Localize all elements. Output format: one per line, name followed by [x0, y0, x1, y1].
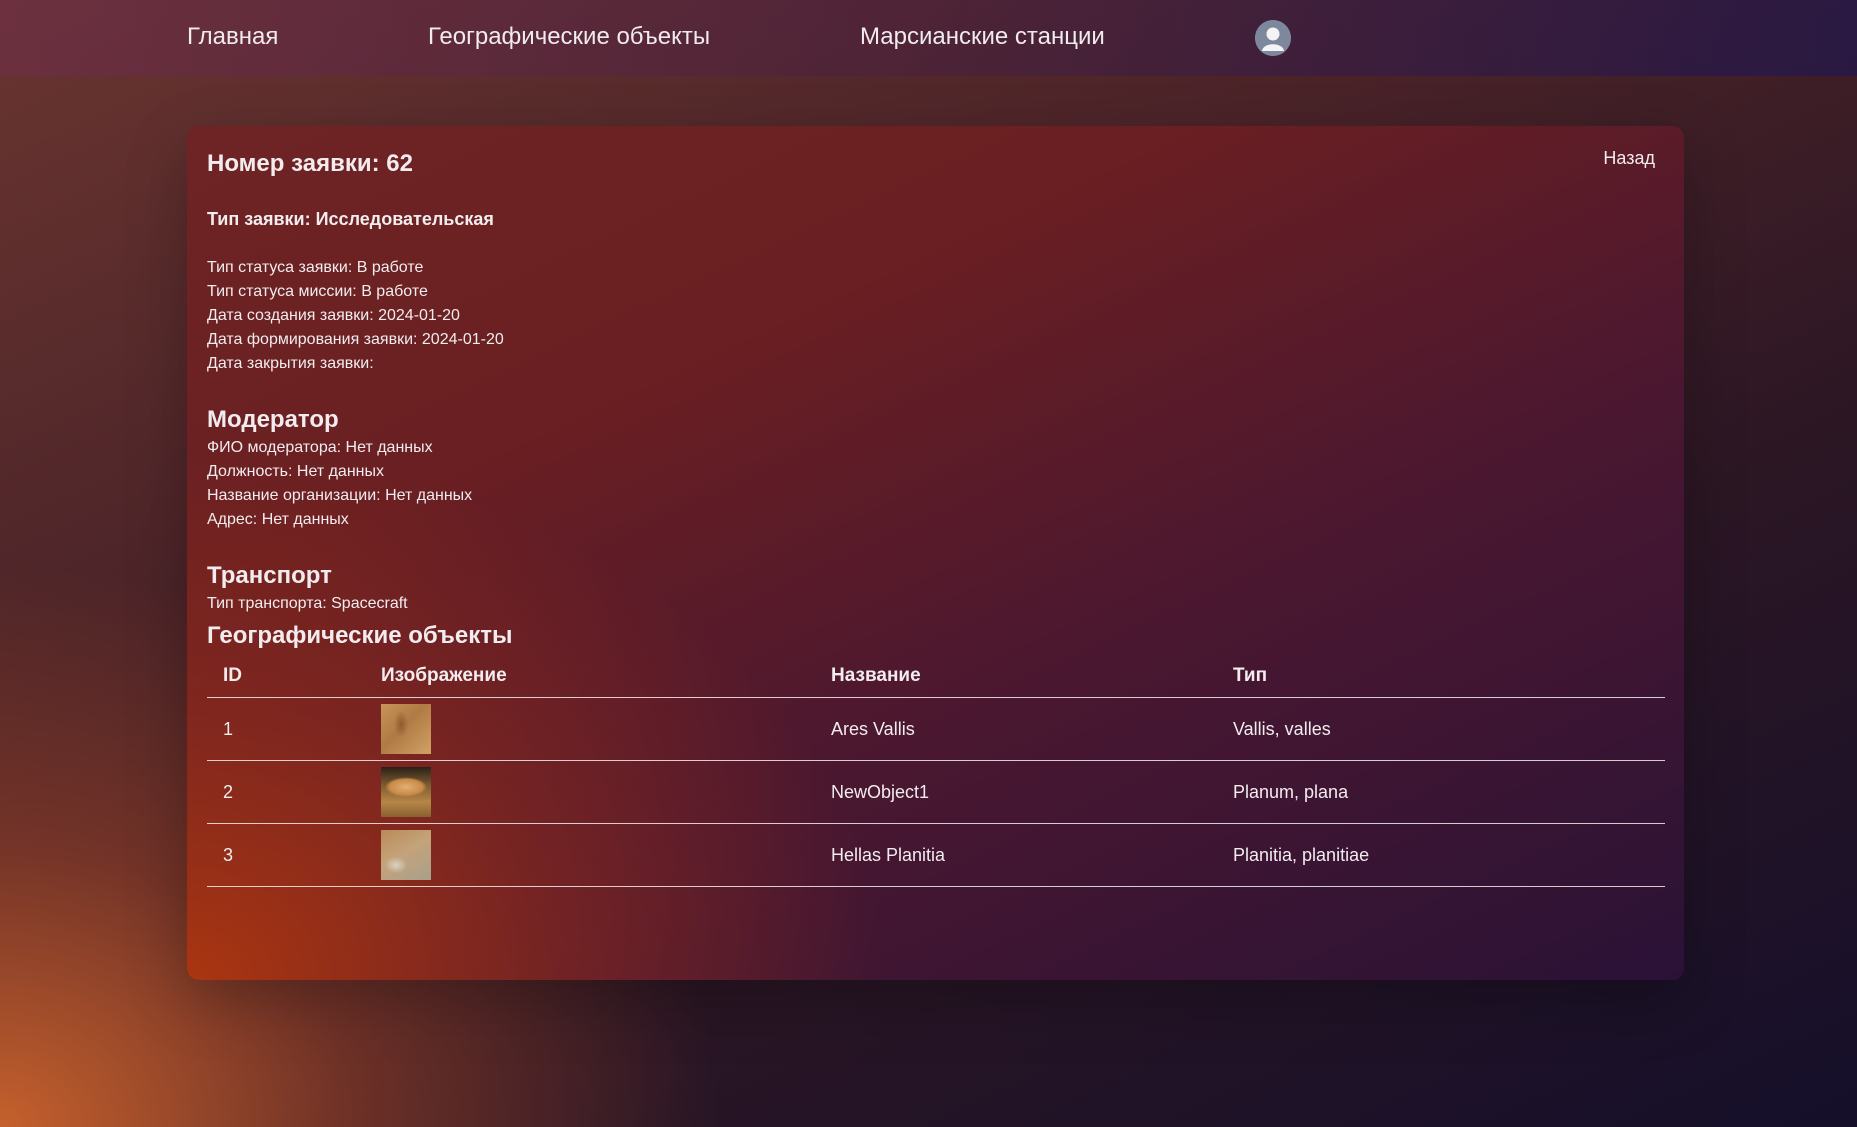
row-name: Hellas Planitia: [815, 823, 1217, 887]
row-name: Ares Vallis: [815, 697, 1217, 761]
transport-title: Транспорт: [207, 562, 332, 589]
moderator-title: Модератор: [207, 406, 339, 433]
nav-home-link[interactable]: Главная: [187, 23, 278, 51]
table-row[interactable]: 2 NewObject1 Planum, plana: [207, 760, 1665, 824]
order-type: Тип заявки: Исследовательская: [207, 209, 494, 229]
order-title: Номер заявки: 62: [207, 150, 413, 177]
column-header-id: ID: [207, 655, 365, 698]
row-type: Planum, plana: [1217, 760, 1665, 824]
moderator-name: ФИО модератора: Нет данных: [207, 439, 433, 456]
column-header-image: Изображение: [365, 655, 815, 698]
created-date: Дата создания заявки: 2024-01-20: [207, 307, 460, 324]
table-header-row: ID Изображение Название Тип: [207, 655, 1665, 698]
column-header-type: Тип: [1217, 655, 1665, 698]
mission-status: Тип статуса миссии: В работе: [207, 283, 428, 300]
formed-date: Дата формирования заявки: 2024-01-20: [207, 331, 504, 348]
table-row[interactable]: 1 Ares Vallis Vallis, valles: [207, 697, 1665, 761]
row-type: Vallis, valles: [1217, 697, 1665, 761]
geo-objects-title: Географические объекты: [207, 622, 513, 649]
row-type: Planitia, planitiae: [1217, 823, 1665, 887]
newobject1-image: [381, 767, 431, 817]
moderator-organization: Название организации: Нет данных: [207, 487, 473, 504]
row-id: 3: [207, 823, 365, 887]
table-row[interactable]: 3 Hellas Planitia Planitia, planitiae: [207, 823, 1665, 887]
geo-objects-table: ID Изображение Название Тип 1 Ares Valli…: [207, 655, 1665, 887]
back-button[interactable]: Назад: [1603, 148, 1655, 169]
row-image: [365, 697, 815, 761]
user-avatar-icon[interactable]: [1255, 20, 1291, 56]
row-image: [365, 823, 815, 887]
top-navbar: Главная Географические объекты Марсианск…: [0, 0, 1857, 76]
ares-vallis-image: [381, 704, 431, 754]
closed-date: Дата закрытия заявки:: [207, 355, 374, 372]
moderator-position: Должность: Нет данных: [207, 463, 384, 480]
transport-type: Тип транспорта: Spacecraft: [207, 595, 408, 612]
order-card: Номер заявки: 62 Тип заявки: Исследовате…: [187, 126, 1684, 980]
hellas-planitia-image: [381, 830, 431, 880]
row-id: 2: [207, 760, 365, 824]
row-name: NewObject1: [815, 760, 1217, 824]
order-status: Тип статуса заявки: В работе: [207, 259, 424, 276]
nav-geo-objects-link[interactable]: Географические объекты: [428, 23, 710, 51]
moderator-address: Адрес: Нет данных: [207, 511, 349, 528]
user-silhouette-icon: [1255, 20, 1291, 56]
row-id: 1: [207, 697, 365, 761]
column-header-name: Название: [815, 655, 1217, 698]
row-image: [365, 760, 815, 824]
nav-stations-link[interactable]: Марсианские станции: [860, 23, 1105, 51]
